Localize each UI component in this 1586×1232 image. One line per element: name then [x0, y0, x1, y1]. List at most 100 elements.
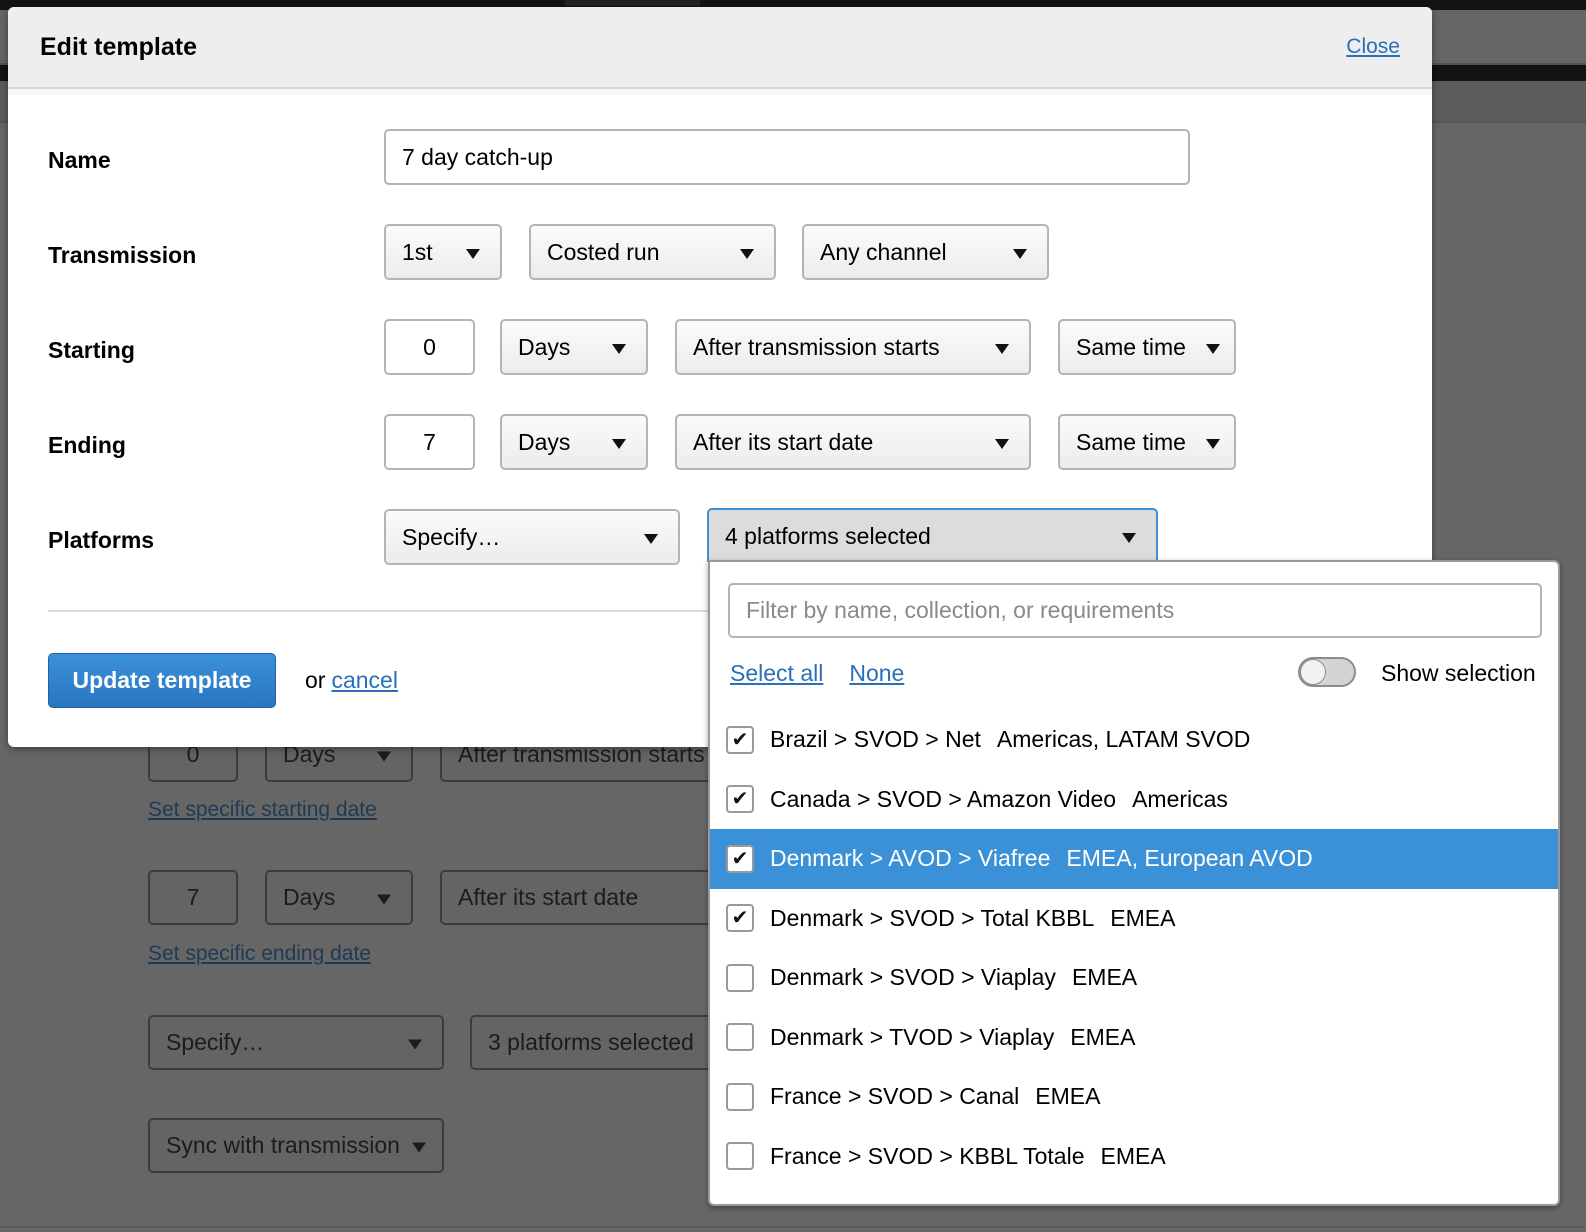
- chevron-down-icon: [408, 1039, 422, 1049]
- transmission-run-type-value: Costed run: [547, 238, 660, 265]
- platform-checkbox[interactable]: [726, 1142, 754, 1171]
- ending-label: Ending: [48, 432, 126, 458]
- transmission-channel-value: Any channel: [820, 238, 947, 265]
- transmission-run-type-select[interactable]: Costed run: [529, 224, 776, 280]
- platform-option-collections: Americas: [1132, 785, 1228, 812]
- platform-option-name: Denmark > SVOD > Total KBBL: [770, 904, 1095, 931]
- background-ending-unit-text: Days: [283, 884, 336, 910]
- platform-checkbox[interactable]: ✔: [726, 785, 754, 814]
- platform-option-name: Canada > SVOD > Amazon Video: [770, 785, 1117, 812]
- starting-label: Starting: [48, 337, 135, 363]
- ending-value-input[interactable]: [384, 414, 475, 470]
- select-all-link[interactable]: Select all: [730, 660, 823, 687]
- platform-option[interactable]: France > SVOD > KBBL Totale EMEA: [710, 1127, 1558, 1187]
- background-tab: [565, 0, 700, 6]
- starting-relative-select[interactable]: After transmission starts: [675, 319, 1031, 375]
- cancel-prompt: or cancel: [305, 667, 398, 694]
- background-sync-select: Sync with transmission: [148, 1118, 444, 1173]
- platform-option-collections: EMEA: [1035, 1083, 1101, 1110]
- select-none-link[interactable]: None: [849, 660, 904, 687]
- ending-relative-select[interactable]: After its start date: [675, 414, 1031, 470]
- modal-header: Edit template Close: [8, 7, 1432, 89]
- platform-checkbox[interactable]: [726, 963, 754, 992]
- checkmark-icon: ✔: [731, 728, 749, 751]
- platform-option-collections: EMEA: [1071, 964, 1138, 991]
- platform-option-collections: EMEA: [1070, 1023, 1136, 1050]
- chevron-down-icon: [466, 249, 480, 259]
- platform-option[interactable]: ✔ Denmark > AVOD > Viafree EMEA, European …: [710, 829, 1558, 889]
- platforms-multiselect[interactable]: 4 platforms selected: [707, 508, 1158, 562]
- chevron-down-icon: [1206, 439, 1220, 449]
- platform-option-name: Denmark > AVOD > Viafree: [770, 845, 1051, 872]
- ending-unit-select[interactable]: Days: [500, 414, 648, 470]
- platform-option-name: Denmark > TVOD > Viaplay: [770, 1023, 1055, 1050]
- chevron-down-icon: [377, 894, 391, 904]
- starting-unit-value: Days: [518, 333, 571, 360]
- platform-checkbox[interactable]: [726, 1023, 754, 1052]
- form-divider: [48, 610, 748, 612]
- chevron-down-icon: [612, 344, 626, 354]
- toggle-knob: [1300, 659, 1326, 685]
- background-divider: [0, 1226, 1586, 1228]
- selection-links: Select all None: [730, 660, 904, 687]
- chevron-down-icon: [740, 249, 754, 259]
- platform-option-name: France > SVOD > KBBL Totale: [770, 1142, 1085, 1169]
- background-set-starting-date-link: Set specific starting date: [148, 798, 377, 821]
- platforms-mode-value: Specify…: [402, 523, 501, 550]
- ending-relative-value: After its start date: [693, 428, 874, 455]
- transmission-channel-select[interactable]: Any channel: [802, 224, 1049, 280]
- close-link[interactable]: Close: [1346, 35, 1400, 59]
- background-platforms-count: 3 platforms selected: [470, 1015, 740, 1070]
- cancel-link[interactable]: cancel: [331, 667, 397, 693]
- chevron-down-icon: [995, 344, 1009, 354]
- show-selection-toggle[interactable]: [1298, 657, 1356, 687]
- background-ending-unit: Days: [265, 870, 413, 925]
- platform-option[interactable]: ✔ Brazil > SVOD > Net Americas, LATAM SVOD: [710, 710, 1558, 770]
- background-ending-relative: After its start date: [440, 870, 740, 925]
- platform-option-collections: EMEA, European AVOD: [1066, 845, 1313, 872]
- platforms-mode-select[interactable]: Specify…: [384, 509, 680, 565]
- platform-checkbox[interactable]: [726, 1082, 754, 1111]
- ending-unit-value: Days: [518, 428, 571, 455]
- platform-option[interactable]: Denmark > TVOD > Viaplay EMEA: [710, 1008, 1558, 1068]
- platform-options-list: ✔ Brazil > SVOD > Net Americas, LATAM SVOD…: [710, 710, 1558, 1186]
- name-input[interactable]: [384, 129, 1190, 185]
- background-platforms-mode: Specify…: [148, 1015, 444, 1070]
- chevron-down-icon: [412, 1142, 426, 1152]
- platforms-dropdown-panel: Select all None Show selection ✔ Brazil >…: [708, 560, 1560, 1206]
- update-template-button[interactable]: Update template: [48, 653, 276, 708]
- background-set-ending-date-link: Set specific ending date: [148, 942, 371, 965]
- platform-checkbox[interactable]: ✔: [726, 844, 754, 873]
- ending-time-value: Same time: [1076, 428, 1186, 455]
- transmission-occurrence-value: 1st: [402, 238, 433, 265]
- platform-option[interactable]: Denmark > SVOD > Viaplay EMEA: [710, 948, 1558, 1008]
- chevron-down-icon: [1122, 533, 1136, 543]
- platform-option[interactable]: ✔ Canada > SVOD > Amazon Video Americas: [710, 770, 1558, 830]
- name-label: Name: [48, 147, 111, 173]
- chevron-down-icon: [995, 439, 1009, 449]
- checkmark-icon: ✔: [731, 847, 749, 870]
- platform-checkbox[interactable]: ✔: [726, 904, 754, 933]
- checkmark-icon: ✔: [731, 907, 749, 930]
- starting-time-value: Same time: [1076, 333, 1186, 360]
- checkmark-icon: ✔: [731, 788, 749, 811]
- platform-filter-input[interactable]: [728, 583, 1542, 638]
- ending-time-select[interactable]: Same time: [1058, 414, 1236, 470]
- platform-option[interactable]: ✔ Denmark > SVOD > Total KBBL EMEA: [710, 889, 1558, 949]
- modal-title: Edit template: [40, 32, 197, 61]
- chevron-down-icon: [612, 439, 626, 449]
- platform-option-name: France > SVOD > Canal: [770, 1083, 1020, 1110]
- starting-time-select[interactable]: Same time: [1058, 319, 1236, 375]
- starting-unit-select[interactable]: Days: [500, 319, 648, 375]
- chevron-down-icon: [644, 534, 658, 544]
- platforms-selection-summary: 4 platforms selected: [725, 522, 931, 549]
- starting-value-input[interactable]: [384, 319, 475, 375]
- platform-option[interactable]: France > SVOD > Canal EMEA: [710, 1067, 1558, 1127]
- platform-checkbox[interactable]: ✔: [726, 725, 754, 754]
- starting-relative-value: After transmission starts: [693, 333, 940, 360]
- background-sync-text: Sync with transmission: [166, 1132, 400, 1158]
- or-text: or: [305, 667, 326, 693]
- transmission-occurrence-select[interactable]: 1st: [384, 224, 502, 280]
- platforms-label: Platforms: [48, 527, 155, 553]
- show-selection-label: Show selection: [1381, 660, 1536, 686]
